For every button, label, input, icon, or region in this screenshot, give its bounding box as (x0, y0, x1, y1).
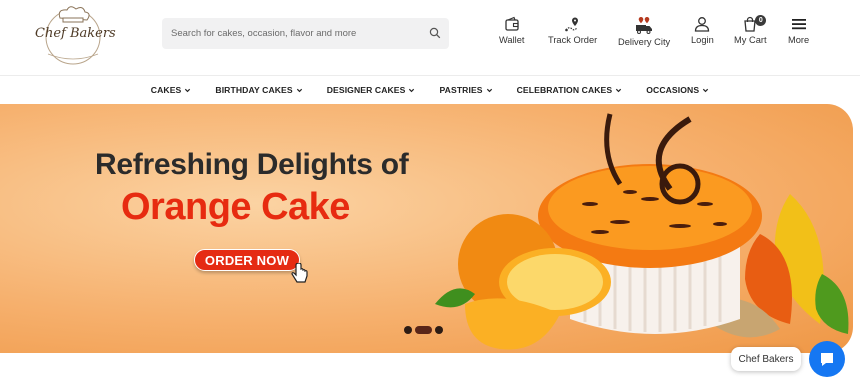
menu-celebration-cakes[interactable]: CELEBRATION CAKES (517, 77, 623, 103)
nav-wallet[interactable]: Wallet (499, 16, 525, 45)
carousel-dot[interactable] (404, 326, 412, 334)
search-icon[interactable] (429, 27, 441, 39)
nav-login-label: Login (691, 35, 714, 45)
menu-cakes-label: CAKES (150, 85, 182, 95)
menu-birthday-cakes-label: BIRTHDAY CAKES (215, 85, 293, 95)
nav-login[interactable]: Login (691, 16, 714, 45)
chevron-down-icon (486, 88, 492, 92)
search-input[interactable] (162, 18, 424, 49)
chat-label[interactable]: Chef Bakers (731, 347, 801, 371)
chevron-down-icon (296, 88, 302, 92)
menu-celebration-cakes-label: CELEBRATION CAKES (516, 85, 613, 95)
carousel-indicators (404, 326, 443, 334)
nav-wallet-label: Wallet (499, 35, 525, 45)
delivery-truck-icon (636, 17, 653, 34)
logo-text: Chef Bakers (35, 26, 116, 41)
hero-banner[interactable]: Refreshing Delights of Orange Cake ORDER… (0, 104, 853, 353)
chevron-down-icon (185, 88, 191, 92)
nav-delivery-city[interactable]: Delivery City (618, 16, 670, 47)
menu-designer-cakes-label: DESIGNER CAKES (326, 85, 406, 95)
search-bar (162, 18, 449, 49)
chat-bubble-icon (821, 353, 833, 366)
wallet-icon (505, 16, 519, 31)
menu-designer-cakes[interactable]: DESIGNER CAKES (327, 77, 416, 103)
menu-pastries[interactable]: PASTRIES (439, 77, 492, 103)
banner-headline: Refreshing Delights of (95, 148, 409, 181)
nav-more-label: More (788, 35, 810, 45)
menu-occasions[interactable]: OCCASIONS (646, 77, 709, 103)
banner-subheadline: Orange Cake (121, 186, 350, 228)
nav-my-cart-label: My Cart (734, 35, 767, 45)
brand-logo[interactable]: Chef Bakers (30, 4, 116, 66)
track-order-icon (564, 17, 578, 32)
nav-my-cart[interactable]: 0 My Cart (734, 15, 767, 45)
chevron-down-icon (616, 88, 622, 92)
nav-more[interactable]: More (788, 16, 809, 45)
nav-track-order-label: Track Order (548, 35, 598, 45)
order-now-button[interactable]: ORDER NOW (194, 249, 300, 271)
site-header: Chef Bakers Wallet Track Order (0, 0, 860, 76)
category-menu: CAKES BIRTHDAY CAKES DESIGNER CAKES PAST… (0, 77, 860, 103)
menu-pastries-label: PASTRIES (439, 85, 483, 95)
menu-cakes[interactable]: CAKES (151, 77, 192, 103)
chat-button[interactable] (809, 341, 845, 377)
carousel-dot[interactable] (435, 326, 443, 334)
menu-birthday-cakes[interactable]: BIRTHDAY CAKES (215, 77, 302, 103)
nav-delivery-city-label: Delivery City (618, 37, 671, 47)
user-icon (695, 17, 710, 32)
chevron-down-icon (409, 88, 415, 92)
menu-occasions-label: OCCASIONS (646, 85, 700, 95)
hand-cursor-icon (291, 263, 308, 283)
menu-icon (791, 19, 806, 30)
nav-track-order[interactable]: Track Order (548, 16, 597, 45)
chevron-down-icon (703, 88, 709, 92)
cart-count-badge: 0 (755, 15, 767, 26)
carousel-dot-active[interactable] (415, 326, 432, 334)
